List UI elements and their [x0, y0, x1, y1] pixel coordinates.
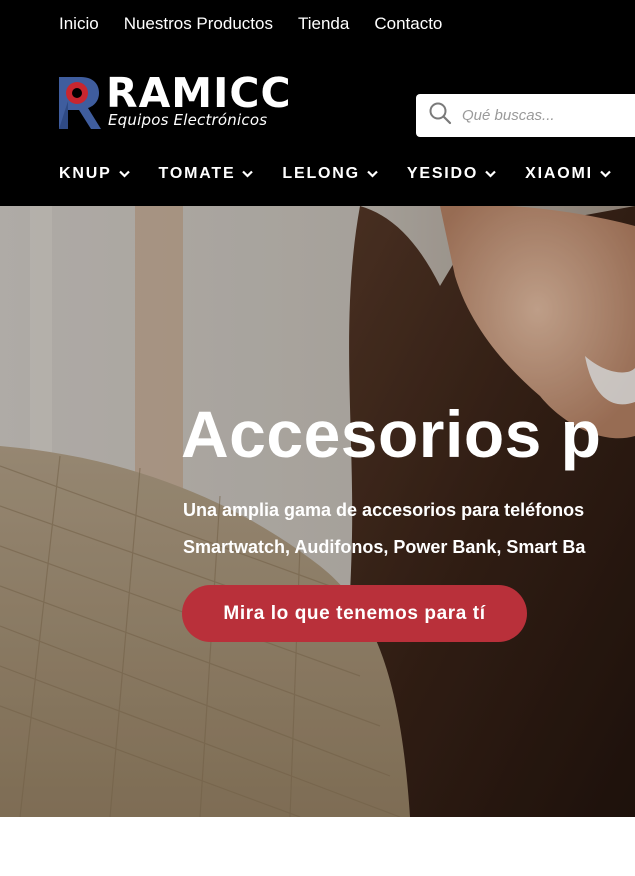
main-nav-label: YESIDO: [406, 165, 479, 182]
logo-tagline: Equipos Electrónicos: [108, 111, 268, 129]
top-nav-tienda[interactable]: Tienda: [298, 13, 349, 35]
hero-banner: Accesorios p Una amplia gama de accesori…: [0, 206, 635, 817]
main-nav-tomate[interactable]: TOMATE: [159, 163, 254, 185]
main-nav-lelong[interactable]: LELONG: [282, 163, 378, 185]
top-nav: Inicio Nuestros Productos Tienda Contact…: [59, 13, 442, 35]
main-nav-label: LELONG: [282, 165, 360, 182]
chevron-down-icon: [600, 170, 611, 178]
search-box: [416, 94, 635, 137]
main-nav-label: TOMATE: [158, 165, 236, 182]
top-nav-inicio[interactable]: Inicio: [59, 13, 99, 35]
main-nav-label: XIAOMI: [525, 165, 593, 182]
top-nav-contacto[interactable]: Contacto: [374, 13, 442, 35]
logo-mark-icon: [59, 77, 101, 129]
chevron-down-icon: [485, 170, 496, 178]
main-nav-knup[interactable]: KNUP: [59, 163, 130, 185]
main-nav-label: KNUP: [59, 165, 112, 182]
main-nav: KNUP TOMATE LELONG YESIDO XIAOMI: [59, 163, 611, 185]
hero-subtitle-line-1: Una amplia gama de accesorios para teléf…: [183, 500, 585, 520]
search-input[interactable]: [462, 107, 635, 124]
top-nav-nuestros-productos[interactable]: Nuestros Productos: [124, 13, 273, 35]
hero-subtitle-line-2: Smartwatch, Audifonos, Power Bank, Smart…: [183, 537, 586, 557]
site-logo[interactable]: RAMICC Equipos Electrónicos: [57, 69, 317, 133]
chevron-down-icon: [367, 170, 378, 178]
hero-cta-button[interactable]: Mira lo que tenemos para tí: [182, 585, 527, 642]
chevron-down-icon: [242, 170, 254, 178]
main-nav-yesido[interactable]: YESIDO: [407, 163, 496, 185]
hero-title: Accesorios p: [181, 397, 602, 471]
search-icon[interactable]: [428, 101, 452, 130]
logo-name: RAMICC: [106, 69, 292, 117]
hero-subtitle: Una amplia gama de accesorios para teléf…: [183, 492, 585, 566]
main-nav-xiaomi[interactable]: XIAOMI: [525, 163, 611, 185]
site-header: Inicio Nuestros Productos Tienda Contact…: [0, 0, 635, 206]
chevron-down-icon: [118, 170, 130, 178]
